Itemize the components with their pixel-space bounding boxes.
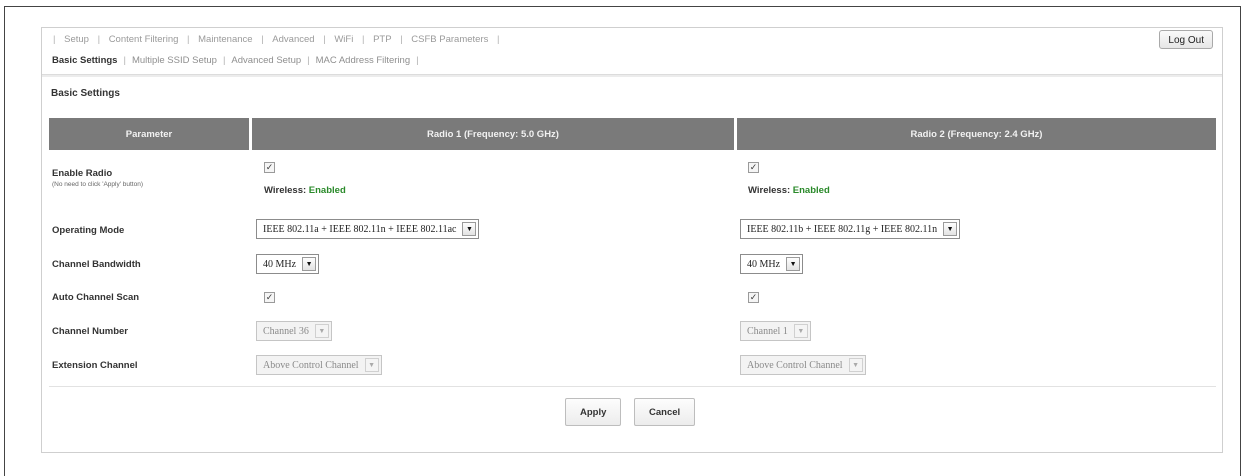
sub-nav: Basic Settings | Multiple SSID Setup | Advan… <box>52 55 419 66</box>
subnav-item-basic-settings[interactable]: Basic Settings <box>52 55 117 66</box>
header-parameter: Parameter <box>49 118 252 150</box>
chevron-down-icon: ▼ <box>793 324 808 338</box>
chevron-down-icon: ▼ <box>302 257 317 271</box>
radio2-operating-mode-select[interactable]: IEEE 802.11b + IEEE 802.11g + IEEE 802.1… <box>740 219 961 239</box>
wireless-status-prefix: Wireless: <box>264 185 307 196</box>
logout-button[interactable]: Log Out <box>1159 30 1213 49</box>
radio2-status-value: Enabled <box>792 185 830 196</box>
radio2-channel-bandwidth-select[interactable]: 40 MHz ▼ <box>740 254 804 274</box>
channel-bandwidth-label: Channel Bandwidth <box>52 259 141 270</box>
enable-radio-label-group: Enable Radio (No need to click 'Apply' b… <box>52 168 143 188</box>
chevron-down-icon: ▼ <box>786 257 801 271</box>
wireless-status-prefix: Wireless: <box>748 185 791 196</box>
header-radio-2: Radio 2 (Frequency: 2.4 GHz) <box>737 118 1216 150</box>
radio1-wireless-status: Wireless: Enabled <box>264 185 346 196</box>
radio1-channel-number-select[interactable]: Channel 36 ▼ <box>256 321 332 341</box>
chevron-down-icon: ▼ <box>848 358 863 372</box>
radio2-extension-channel-select[interactable]: Above Control Channel ▼ <box>740 355 866 375</box>
button-row-divider <box>49 386 1216 387</box>
nav-item-maintenance[interactable]: Maintenance <box>198 34 252 45</box>
section-title: Basic Settings <box>51 88 120 99</box>
settings-panel: | Setup | Content Filtering | Maintenanc… <box>41 27 1223 453</box>
auto-channel-scan-label: Auto Channel Scan <box>52 292 140 303</box>
radio2-enable-checkbox[interactable]: ✓ <box>748 162 759 173</box>
chevron-down-icon: ▼ <box>943 222 958 236</box>
radio1-channel-bandwidth-select[interactable]: 40 MHz ▼ <box>256 254 320 274</box>
radio1-enable-checkbox[interactable]: ✓ <box>264 162 275 173</box>
nav-item-ptp[interactable]: PTP <box>373 34 391 45</box>
radio2-wireless-status: Wireless: Enabled <box>748 185 830 196</box>
top-nav: | Setup | Content Filtering | Maintenanc… <box>53 34 500 45</box>
nav-item-csfb-parameters[interactable]: CSFB Parameters <box>411 34 488 45</box>
radio1-extension-channel-select[interactable]: Above Control Channel ▼ <box>256 355 382 375</box>
enable-radio-label: Enable Radio <box>52 168 113 179</box>
header-radio-1: Radio 1 (Frequency: 5.0 GHz) <box>252 118 737 150</box>
radio2-channel-number-value: Channel 1 <box>747 325 788 337</box>
subnav-item-mac-address-filtering[interactable]: MAC Address Filtering <box>316 55 411 66</box>
enable-radio-note: (No need to click 'Apply' button) <box>52 181 143 188</box>
radio2-channel-bandwidth-value: 40 MHz <box>747 258 781 270</box>
radio1-status-value: Enabled <box>308 185 346 196</box>
radio2-channel-number-select[interactable]: Channel 1 ▼ <box>740 321 811 341</box>
nav-item-advanced[interactable]: Advanced <box>272 34 314 45</box>
radio1-operating-mode-value: IEEE 802.11a + IEEE 802.11n + IEEE 802.1… <box>263 223 457 235</box>
radio1-auto-channel-scan-checkbox[interactable]: ✓ <box>264 292 275 303</box>
chevron-down-icon: ▼ <box>314 324 329 338</box>
nav-item-content-filtering[interactable]: Content Filtering <box>109 34 179 45</box>
chevron-down-icon: ▼ <box>364 358 379 372</box>
radio2-auto-channel-scan-checkbox[interactable]: ✓ <box>748 292 759 303</box>
table-header: Parameter Radio 1 (Frequency: 5.0 GHz) R… <box>49 118 1216 150</box>
chevron-down-icon: ▼ <box>462 222 477 236</box>
extension-channel-label: Extension Channel <box>52 360 138 371</box>
nav-item-setup[interactable]: Setup <box>64 34 89 45</box>
radio1-operating-mode-select[interactable]: IEEE 802.11a + IEEE 802.11n + IEEE 802.1… <box>256 219 480 239</box>
radio1-channel-number-value: Channel 36 <box>263 325 309 337</box>
app-frame: | Setup | Content Filtering | Maintenanc… <box>4 6 1241 476</box>
radio1-channel-bandwidth-value: 40 MHz <box>263 258 297 270</box>
divider <box>42 74 1222 77</box>
operating-mode-label: Operating Mode <box>52 225 125 236</box>
subnav-item-advanced-setup[interactable]: Advanced Setup <box>231 55 301 66</box>
apply-button[interactable]: Apply <box>565 398 622 426</box>
radio1-extension-channel-value: Above Control Channel <box>263 359 359 371</box>
radio2-operating-mode-value: IEEE 802.11b + IEEE 802.11g + IEEE 802.1… <box>747 223 938 235</box>
radio2-extension-channel-value: Above Control Channel <box>747 359 843 371</box>
channel-number-label: Channel Number <box>52 326 129 337</box>
subnav-item-multiple-ssid-setup[interactable]: Multiple SSID Setup <box>132 55 217 66</box>
cancel-button[interactable]: Cancel <box>634 398 696 426</box>
nav-item-wifi[interactable]: WiFi <box>334 34 353 45</box>
